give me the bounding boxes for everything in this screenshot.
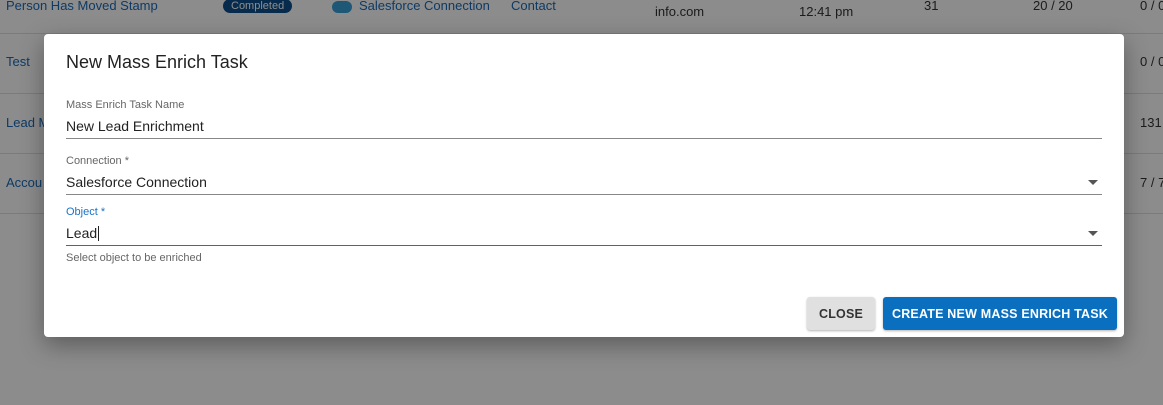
connection-select[interactable]: Connection * Salesforce Connection [66, 155, 1102, 195]
object-select[interactable]: Object * Lead Select object to be enrich… [66, 206, 1102, 264]
task-name-label: Mass Enrich Task Name [66, 99, 185, 111]
chevron-down-icon[interactable] [1088, 231, 1098, 236]
text-cursor [98, 226, 100, 241]
object-label: Object * [66, 206, 106, 218]
chevron-down-icon[interactable] [1088, 180, 1098, 185]
object-helper-text: Select object to be enriched [66, 252, 202, 264]
object-underline [66, 245, 1102, 246]
connection-value: Salesforce Connection [66, 174, 207, 190]
close-button[interactable]: CLOSE [807, 297, 875, 330]
object-value[interactable]: Lead [66, 225, 97, 241]
task-name-field: Mass Enrich Task Name [66, 99, 1102, 139]
dialog-title: New Mass Enrich Task [66, 52, 248, 72]
connection-label: Connection * [66, 155, 129, 167]
task-name-input[interactable] [66, 118, 1102, 134]
new-mass-enrich-task-dialog: New Mass Enrich Task Mass Enrich Task Na… [44, 34, 1124, 337]
connection-underline [66, 194, 1102, 195]
task-name-underline [66, 138, 1102, 139]
create-mass-enrich-task-button[interactable]: CREATE NEW MASS ENRICH TASK [883, 297, 1117, 330]
